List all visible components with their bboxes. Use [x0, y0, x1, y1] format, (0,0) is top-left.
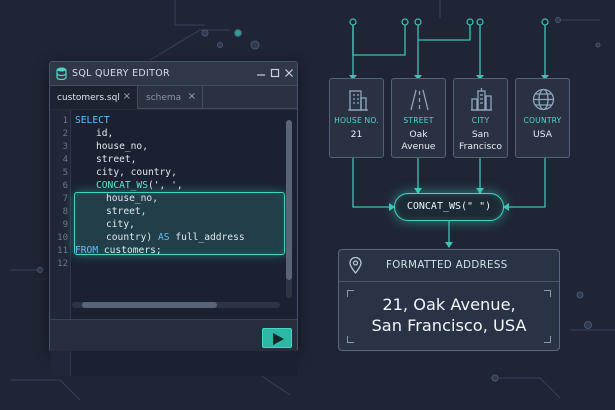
- address-line-1: 21, Oak Avenue,: [382, 295, 516, 314]
- column-label: STREET: [403, 116, 434, 125]
- column-value: Oak Avenue: [392, 129, 445, 153]
- tab-schema[interactable]: schema ×: [139, 86, 203, 109]
- code-line: house_no,: [106, 193, 158, 204]
- line-number: 11: [57, 246, 68, 256]
- city-icon: [471, 88, 492, 111]
- tab-close-icon[interactable]: ×: [188, 91, 196, 103]
- keyword: SELECT: [75, 115, 110, 126]
- code-line: street,: [106, 206, 147, 217]
- vertical-scrollbar[interactable]: [286, 120, 292, 298]
- column-card-city: CITY San Francisco: [453, 78, 508, 158]
- location-pin-icon: [349, 257, 362, 274]
- keyword: FROM: [75, 245, 99, 256]
- code-text: customers;: [98, 245, 162, 256]
- line-number: 4: [62, 155, 68, 165]
- address-header: FORMATTED ADDRESS: [339, 250, 559, 282]
- column-value: 21: [330, 129, 383, 141]
- function-name: CONCAT_WS: [96, 180, 148, 191]
- line-number: 3: [62, 142, 68, 152]
- tab-label: schema: [146, 92, 182, 103]
- column-card-street: STREET Oak Avenue: [391, 78, 446, 158]
- database-icon: [56, 67, 67, 80]
- code-line: city, country,: [96, 167, 177, 178]
- editor-footer: [50, 319, 297, 351]
- maximize-icon[interactable]: [269, 67, 281, 79]
- code-line: house_no,: [96, 141, 148, 152]
- close-icon[interactable]: [283, 67, 295, 79]
- editor-titlebar: SQL QUERY EDITOR: [50, 62, 297, 86]
- keyword: AS: [157, 232, 170, 243]
- code-line: country) AS full_address: [106, 232, 245, 243]
- line-number: 8: [62, 207, 68, 217]
- line-number: 9: [62, 220, 68, 230]
- tab-close-icon[interactable]: ×: [123, 91, 131, 103]
- address-line-2: San Francisco, USA: [371, 316, 527, 335]
- value-line: 21: [350, 129, 363, 140]
- column-label: HOUSE NO.: [334, 116, 379, 125]
- value-line: San: [471, 129, 490, 140]
- formatted-address-card: FORMATTED ADDRESS 21, Oak Avenue, San Fr…: [338, 249, 560, 351]
- column-label: CITY: [471, 116, 490, 125]
- editor-tabs: customers.sql × schema ×: [50, 86, 297, 109]
- tab-label: customers.sql: [57, 92, 120, 103]
- code-text: (', ',: [147, 180, 183, 191]
- code-line: SELECT: [75, 115, 110, 126]
- code-line: street,: [96, 154, 137, 165]
- value-line: Avenue: [401, 141, 436, 152]
- column-value: USA: [516, 129, 569, 141]
- column-card-country: COUNTRY USA: [515, 78, 570, 158]
- column-card-house-no: HOUSE NO. 21: [329, 78, 384, 158]
- code-text: full_address: [169, 232, 245, 243]
- minimize-icon[interactable]: [255, 67, 267, 79]
- vertical-scroll-thumb[interactable]: [286, 120, 292, 280]
- frame-corner: [347, 336, 354, 343]
- column-label: COUNTRY: [523, 116, 562, 125]
- horizontal-scroll-thumb[interactable]: [82, 302, 217, 308]
- concat-function-node: CONCAT_WS(" "): [394, 193, 504, 221]
- line-number: 10: [57, 233, 68, 243]
- horizontal-scrollbar[interactable]: [72, 302, 280, 308]
- address-text: 21, Oak Avenue, San Francisco, USA: [339, 294, 559, 336]
- frame-corner: [544, 336, 551, 343]
- play-icon: [273, 333, 284, 345]
- editor-title: SQL QUERY EDITOR: [72, 68, 170, 79]
- code-line: CONCAT_WS(', ',: [96, 180, 183, 191]
- value-line: USA: [532, 129, 552, 140]
- code-line: FROM customers;: [75, 245, 162, 256]
- value-line: Oak: [409, 129, 428, 140]
- building-icon: [348, 90, 368, 111]
- line-number: 5: [62, 168, 68, 178]
- column-value: San Francisco: [454, 129, 507, 153]
- line-number: 2: [62, 129, 68, 139]
- code-line: city,: [106, 219, 135, 230]
- line-number: 12: [57, 259, 68, 269]
- sql-editor-window: SQL QUERY EDITOR customers.sql × schema …: [49, 61, 298, 376]
- run-query-button[interactable]: [262, 328, 292, 348]
- address-title: FORMATTED ADDRESS: [386, 260, 508, 271]
- value-line: Francisco: [459, 141, 502, 152]
- tab-customers-sql[interactable]: customers.sql ×: [50, 86, 138, 109]
- code-text: country): [106, 232, 158, 243]
- road-icon: [410, 89, 429, 111]
- code-line: id,: [96, 128, 114, 139]
- globe-icon: [532, 88, 555, 111]
- line-number: 6: [62, 181, 68, 191]
- line-number: 7: [62, 194, 68, 204]
- line-number: 1: [62, 116, 68, 126]
